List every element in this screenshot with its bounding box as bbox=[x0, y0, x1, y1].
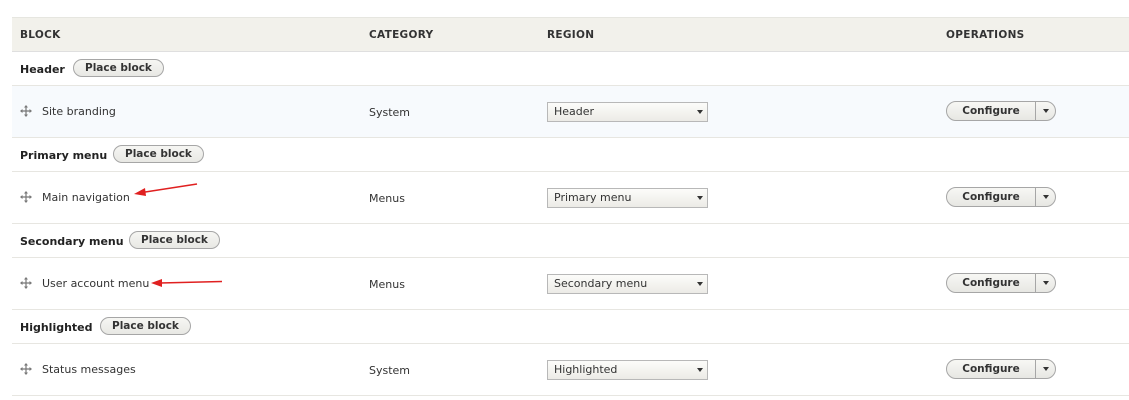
region-row-header: Header Place block bbox=[12, 52, 1129, 86]
move-arrows-icon[interactable] bbox=[20, 277, 32, 289]
chevron-down-icon bbox=[1043, 281, 1049, 285]
chevron-down-icon bbox=[1043, 109, 1049, 113]
place-block-button[interactable]: Place block bbox=[73, 59, 164, 77]
region-title: Primary menu bbox=[20, 149, 108, 162]
chevron-down-icon bbox=[1043, 367, 1049, 371]
dropbutton-toggle[interactable] bbox=[1035, 274, 1055, 292]
region-select[interactable]: Header bbox=[547, 102, 708, 122]
configure-button[interactable]: Configure bbox=[947, 102, 1035, 120]
annotation-arrow-icon bbox=[151, 279, 223, 287]
place-block-button[interactable]: Place block bbox=[129, 231, 220, 249]
region-select[interactable]: Highlighted bbox=[547, 360, 708, 380]
chevron-down-icon bbox=[1043, 195, 1049, 199]
region-row-secondary-menu: Secondary menu Place block bbox=[12, 224, 1129, 258]
region-select-value: Highlighted bbox=[554, 363, 618, 376]
move-arrows-icon[interactable] bbox=[20, 105, 32, 117]
region-select[interactable]: Primary menu bbox=[547, 188, 708, 208]
place-block-button[interactable]: Place block bbox=[100, 317, 191, 335]
place-block-button[interactable]: Place block bbox=[113, 145, 204, 163]
move-arrows-icon[interactable] bbox=[20, 191, 32, 203]
chevron-down-icon bbox=[697, 368, 703, 372]
block-name: Site branding bbox=[42, 105, 116, 118]
region-title: Secondary menu bbox=[20, 235, 124, 248]
region-select-value: Secondary menu bbox=[554, 277, 648, 290]
dropbutton-toggle[interactable] bbox=[1035, 360, 1055, 378]
chevron-down-icon bbox=[697, 282, 703, 286]
dropbutton-toggle[interactable] bbox=[1035, 188, 1055, 206]
region-select-value: Header bbox=[554, 105, 595, 118]
column-header-region: REGION bbox=[547, 29, 595, 41]
table-header: BLOCK CATEGORY REGION OPERATIONS bbox=[12, 17, 1129, 52]
table-row: Site branding System Header Configure bbox=[12, 86, 1129, 138]
block-category: System bbox=[369, 364, 411, 377]
region-title: Header bbox=[20, 63, 65, 76]
chevron-down-icon bbox=[697, 110, 703, 114]
operations-dropbutton: Configure bbox=[946, 359, 1056, 379]
region-select[interactable]: Secondary menu bbox=[547, 274, 708, 294]
block-name: Status messages bbox=[42, 363, 136, 376]
operations-dropbutton: Configure bbox=[946, 273, 1056, 293]
region-title: Highlighted bbox=[20, 321, 93, 334]
block-name: User account menu bbox=[42, 277, 150, 290]
table-row: Status messages System Highlighted Confi… bbox=[12, 344, 1129, 396]
operations-dropbutton: Configure bbox=[946, 101, 1056, 121]
region-row-primary-menu: Primary menu Place block bbox=[12, 138, 1129, 172]
region-row-highlighted: Highlighted Place block bbox=[12, 310, 1129, 344]
move-arrows-icon[interactable] bbox=[20, 363, 32, 375]
column-header-operations: OPERATIONS bbox=[946, 29, 1025, 41]
block-category: System bbox=[369, 106, 411, 119]
chevron-down-icon bbox=[697, 196, 703, 200]
configure-button[interactable]: Configure bbox=[947, 360, 1035, 378]
annotation-arrow-icon bbox=[134, 183, 198, 196]
block-name: Main navigation bbox=[42, 191, 130, 204]
column-header-block: BLOCK bbox=[20, 29, 61, 41]
block-category: Menus bbox=[369, 192, 405, 205]
block-layout-table: BLOCK CATEGORY REGION OPERATIONS Header … bbox=[12, 17, 1129, 396]
operations-dropbutton: Configure bbox=[946, 187, 1056, 207]
block-category: Menus bbox=[369, 278, 405, 291]
column-header-category: CATEGORY bbox=[369, 29, 434, 41]
configure-button[interactable]: Configure bbox=[947, 274, 1035, 292]
region-select-value: Primary menu bbox=[554, 191, 632, 204]
configure-button[interactable]: Configure bbox=[947, 188, 1035, 206]
dropbutton-toggle[interactable] bbox=[1035, 102, 1055, 120]
